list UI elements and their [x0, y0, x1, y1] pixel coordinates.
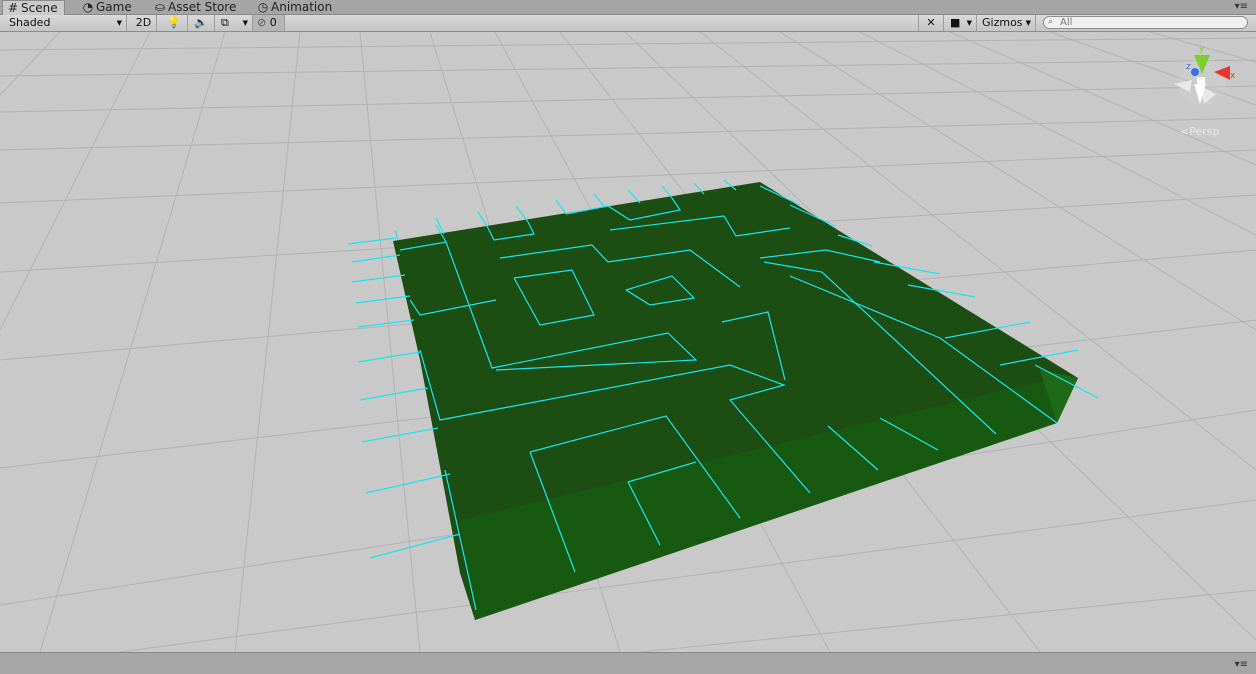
lightbulb-icon: 💡 [167, 16, 181, 29]
eye-slash-icon: ⊘ [257, 16, 267, 29]
audio-toggle[interactable]: 🔈 [188, 15, 215, 31]
search-icon: ⌕ [1048, 17, 1054, 27]
search-placeholder: All [1060, 17, 1073, 28]
scene-toolbar: Shaded ▼ 2D 💡 🔈 ⧉ ▼ ⊘ 0 ✕ ■ ▼ Gizmos ▼ ⌕… [0, 15, 1256, 32]
layers-icon: ⧉ [221, 16, 229, 29]
scene-viewport[interactable]: y x z <Persp [0, 32, 1256, 652]
tab-asset-store[interactable]: ⛀ Asset Store [150, 0, 242, 14]
camera-icon: ■ [950, 16, 961, 29]
draw-mode-value: Shaded [9, 16, 51, 29]
chevron-down-icon: ▼ [966, 19, 972, 27]
bag-icon: ⛀ [154, 0, 166, 14]
axis-y-label: y [1199, 44, 1205, 54]
maze-object[interactable] [393, 182, 1078, 620]
tab-scene-label: Scene [21, 1, 58, 15]
editor-tab-bar: # Scene ◔ Game ⛀ Asset Store ◷ Animation ▾≡ [0, 0, 1256, 15]
gizmos-dropdown[interactable]: Gizmos ▼ [977, 15, 1036, 31]
toggle-2d-button[interactable]: 2D [131, 15, 157, 31]
projection-icon: < [1180, 125, 1190, 138]
tab-animation[interactable]: ◷ Animation [253, 0, 338, 14]
tab-asset-store-label: Asset Store [168, 0, 237, 14]
scene-render: y x z [0, 32, 1256, 652]
tab-menu-icon[interactable]: ▾≡ [1235, 0, 1248, 14]
hierarchy-search-input[interactable]: ⌕ All [1043, 16, 1248, 29]
axis-z-cone[interactable] [1191, 68, 1199, 76]
chevron-down-icon: ▼ [242, 19, 248, 27]
projection-toggle[interactable]: <Persp [1180, 125, 1219, 138]
panel-menu-icon[interactable]: ▾≡ [1235, 659, 1248, 670]
clock-icon: ◷ [257, 0, 269, 14]
scene-tools-button[interactable]: ✕ [918, 15, 944, 31]
hidden-objects-toggle[interactable]: ⊘ 0 [253, 15, 285, 31]
camera-settings-dropdown[interactable]: ■ ▼ [944, 15, 977, 31]
speaker-icon: 🔈 [194, 16, 208, 29]
gizmo-center-cube[interactable] [1197, 77, 1205, 85]
chevron-down-icon: ▼ [1025, 19, 1031, 27]
tab-game-label: Game [96, 0, 132, 14]
lighting-toggle[interactable]: 💡 [161, 15, 188, 31]
hidden-objects-count: 0 [269, 16, 277, 29]
projection-label: Persp [1189, 125, 1220, 138]
draw-mode-dropdown[interactable]: Shaded ▼ [0, 15, 127, 31]
bottom-panel-bar: ▾≡ [0, 652, 1256, 674]
toggle-2d-label: 2D [135, 16, 152, 29]
axis-x-label: x [1230, 71, 1236, 81]
chevron-down-icon: ▼ [116, 19, 122, 27]
gizmos-label: Gizmos [982, 16, 1023, 29]
tab-scene[interactable]: # Scene [2, 0, 65, 15]
tab-game[interactable]: ◔ Game [78, 0, 138, 14]
tab-animation-label: Animation [271, 0, 333, 14]
wrench-cross-icon: ✕ [926, 16, 936, 29]
axis-z-label: z [1186, 62, 1191, 72]
pacman-icon: ◔ [82, 0, 94, 14]
effects-dropdown[interactable]: ⧉ ▼ [215, 15, 253, 31]
grid-icon: # [7, 1, 19, 15]
